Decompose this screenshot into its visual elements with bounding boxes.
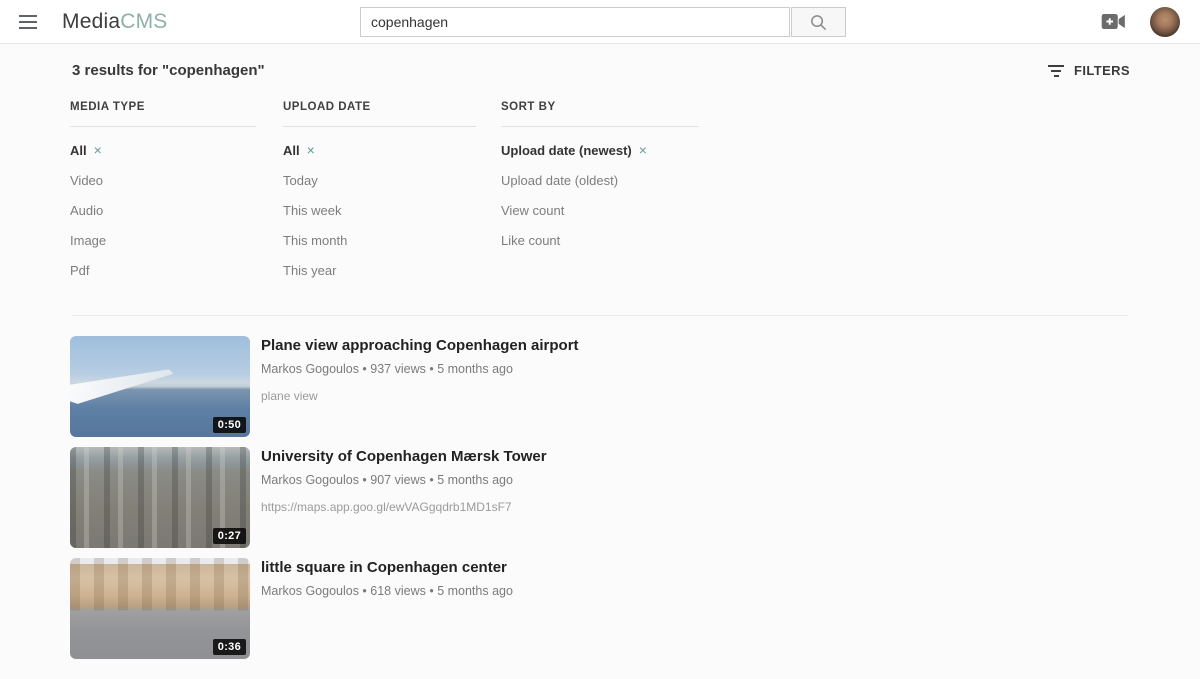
logo-primary: Media: [62, 10, 120, 33]
upload-media-icon[interactable]: [1101, 13, 1126, 30]
hamburger-menu-icon[interactable]: [16, 10, 40, 34]
filters-button-label: FILTERS: [1074, 63, 1130, 78]
filter-option-today[interactable]: Today: [283, 165, 476, 195]
filter-column-title: SORT BY: [501, 101, 699, 127]
video-thumbnail[interactable]: 0:36: [70, 558, 250, 659]
filter-column-title: MEDIA TYPE: [70, 101, 256, 127]
filter-option-this-month[interactable]: This month: [283, 225, 476, 255]
video-title-link[interactable]: University of Copenhagen Mærsk Tower: [261, 448, 547, 465]
filter-column-upload-date: UPLOAD DATE All× Today This week This mo…: [283, 101, 476, 285]
video-meta: Markos Gogoulos • 907 views • 5 months a…: [261, 473, 547, 487]
remove-filter-icon[interactable]: ×: [94, 142, 102, 158]
duration-badge: 0:36: [213, 639, 246, 655]
filter-option-audio[interactable]: Audio: [70, 195, 256, 225]
results-summary: 3 results for "copenhagen": [70, 62, 265, 79]
filter-panel: MEDIA TYPE All× Video Audio Image Pdf UP…: [70, 101, 1130, 285]
filter-column-title: UPLOAD DATE: [283, 101, 476, 127]
media-result-item: 0:50 Plane view approaching Copenhagen a…: [70, 336, 1130, 437]
top-bar: MediaCMS: [0, 0, 1200, 44]
duration-badge: 0:50: [213, 417, 246, 433]
video-title-link[interactable]: Plane view approaching Copenhagen airpor…: [261, 337, 579, 354]
result-details: Plane view approaching Copenhagen airpor…: [261, 336, 579, 437]
filter-option-all-dates[interactable]: All×: [283, 135, 476, 165]
remove-filter-icon[interactable]: ×: [639, 142, 647, 158]
sort-option-upload-date-oldest[interactable]: Upload date (oldest): [501, 165, 699, 195]
video-description: plane view: [261, 389, 579, 403]
filter-option-video[interactable]: Video: [70, 165, 256, 195]
app-logo[interactable]: MediaCMS: [62, 10, 167, 34]
result-details: little square in Copenhagen center Marko…: [261, 558, 513, 659]
search-input[interactable]: [360, 7, 790, 37]
header-actions: [1101, 7, 1184, 37]
logo-accent: CMS: [120, 10, 167, 33]
sort-option-view-count[interactable]: View count: [501, 195, 699, 225]
filter-option-this-year[interactable]: This year: [283, 255, 476, 285]
filter-icon: [1048, 65, 1064, 77]
filter-option-image[interactable]: Image: [70, 225, 256, 255]
video-thumbnail[interactable]: 0:27: [70, 447, 250, 548]
filter-option-pdf[interactable]: Pdf: [70, 255, 256, 285]
media-result-item: 0:27 University of Copenhagen Mærsk Towe…: [70, 447, 1130, 548]
search-form: [360, 7, 846, 37]
user-avatar[interactable]: [1150, 7, 1180, 37]
results-list: 0:50 Plane view approaching Copenhagen a…: [70, 336, 1130, 659]
search-button[interactable]: [791, 7, 846, 37]
video-meta: Markos Gogoulos • 937 views • 5 months a…: [261, 362, 579, 376]
result-details: University of Copenhagen Mærsk Tower Mar…: [261, 447, 547, 548]
video-title-link[interactable]: little square in Copenhagen center: [261, 559, 513, 576]
results-bar: 3 results for "copenhagen" FILTERS: [70, 62, 1130, 79]
section-divider: [72, 315, 1128, 316]
media-result-item: 0:36 little square in Copenhagen center …: [70, 558, 1130, 659]
sort-option-like-count[interactable]: Like count: [501, 225, 699, 255]
video-description: https://maps.app.goo.gl/ewVAGgqdrb1MD1sF…: [261, 500, 547, 514]
filter-column-sort-by: SORT BY Upload date (newest)× Upload dat…: [501, 101, 699, 285]
filter-option-this-week[interactable]: This week: [283, 195, 476, 225]
video-thumbnail[interactable]: 0:50: [70, 336, 250, 437]
search-icon: [809, 13, 828, 32]
video-meta: Markos Gogoulos • 618 views • 5 months a…: [261, 584, 513, 598]
filters-button[interactable]: FILTERS: [1048, 63, 1130, 78]
search-results-page: 3 results for "copenhagen" FILTERS MEDIA…: [0, 62, 1200, 659]
filter-option-all[interactable]: All×: [70, 135, 256, 165]
remove-filter-icon[interactable]: ×: [307, 142, 315, 158]
filter-column-media-type: MEDIA TYPE All× Video Audio Image Pdf: [70, 101, 256, 285]
sort-option-upload-date-newest[interactable]: Upload date (newest)×: [501, 135, 699, 165]
duration-badge: 0:27: [213, 528, 246, 544]
